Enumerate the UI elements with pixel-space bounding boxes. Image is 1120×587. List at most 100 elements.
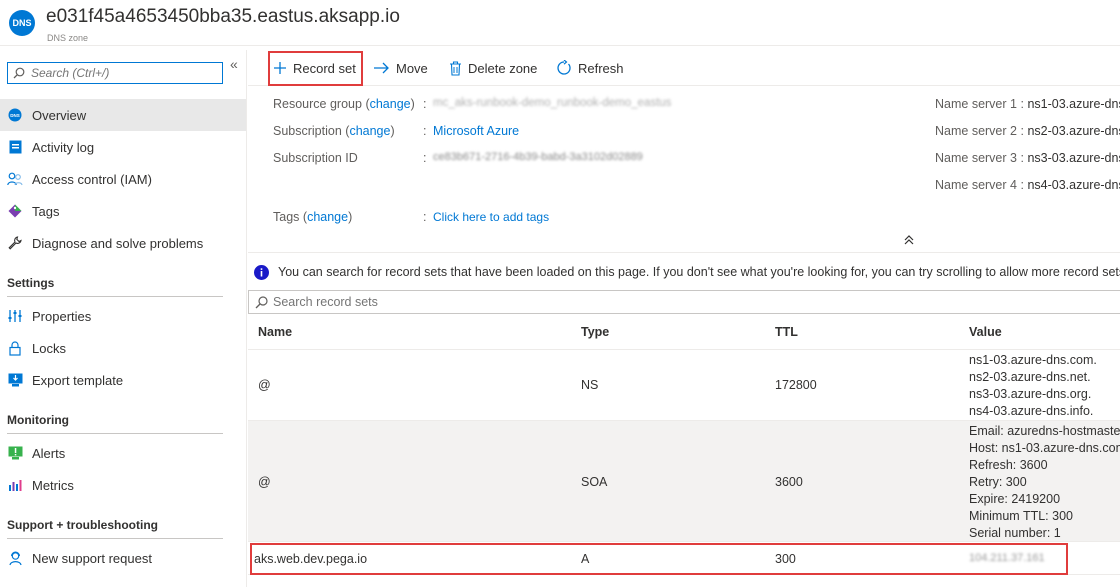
- wrench-icon: [7, 235, 23, 251]
- section-header-support: Support + troubleshooting: [7, 518, 223, 539]
- lock-icon: [7, 340, 23, 356]
- change-resource-group-link[interactable]: change: [370, 97, 411, 111]
- separator-colon: :: [423, 151, 427, 165]
- name-server-2: Name server 2 : ns2-03.azure-dns.net.: [935, 124, 1120, 138]
- record-name: @: [258, 475, 271, 489]
- record-set-search-input[interactable]: [273, 295, 973, 309]
- sidebar-search-input[interactable]: [31, 66, 211, 80]
- column-header-value[interactable]: Value: [969, 325, 1002, 339]
- collapse-essentials-icon[interactable]: [903, 234, 915, 249]
- trash-icon: [450, 60, 461, 76]
- tags-label: Tags: [273, 210, 300, 224]
- sidebar-item-label: Locks: [32, 340, 66, 356]
- tag-icon: [7, 203, 23, 219]
- dns-zone-icon: DNS: [9, 10, 35, 36]
- subscription-value[interactable]: Microsoft Azure: [433, 124, 519, 138]
- sidebar-item-label: Export template: [32, 372, 124, 388]
- info-icon: [254, 264, 269, 280]
- support-icon: [7, 550, 23, 566]
- subscription-id-value: ce83b671-2716-4b39-babd-3a3102d02889: [433, 151, 643, 163]
- sidebar-item-label: Alerts: [32, 445, 66, 461]
- column-header-type[interactable]: Type: [581, 325, 609, 339]
- sidebar-item-locks[interactable]: Locks: [0, 332, 246, 364]
- subscription-id-label: Subscription ID: [273, 151, 358, 165]
- record-name: @: [258, 378, 271, 392]
- record-row-highlight: [250, 543, 1068, 575]
- sidebar-item-access-control[interactable]: Access control (IAM): [0, 163, 246, 195]
- record-value: ns1-03.azure-dns.com. ns2-03.azure-dns.n…: [969, 353, 1097, 418]
- page-subtitle: DNS zone: [47, 33, 89, 43]
- search-icon: [13, 67, 25, 79]
- sidebar-item-activity-log[interactable]: Activity log: [0, 131, 246, 163]
- sidebar-item-label: Properties: [32, 308, 92, 324]
- sidebar-item-diagnose[interactable]: Diagnose and solve problems: [0, 227, 246, 259]
- metrics-icon: [7, 477, 23, 493]
- properties-icon: [7, 308, 23, 324]
- info-message: You can search for record sets that have…: [248, 258, 1120, 286]
- dns-icon: DNS: [7, 107, 23, 123]
- divider: [248, 252, 1120, 253]
- sidebar-item-overview[interactable]: DNS Overview: [0, 99, 246, 131]
- sidebar-item-label: Overview: [32, 107, 87, 123]
- activity-log-icon: [7, 139, 23, 155]
- record-value: Email: azuredns-hostmaster.microsoft.com…: [969, 424, 1120, 540]
- subscription-row: Subscription (change): [273, 124, 395, 138]
- delete-zone-button[interactable]: Delete zone: [449, 50, 537, 86]
- resource-group-row: Resource group (change): [273, 97, 415, 111]
- move-label: Move: [396, 60, 428, 76]
- sidebar-item-label: Diagnose and solve problems: [32, 235, 204, 251]
- sidebar-item-label: Tags: [32, 203, 60, 219]
- change-subscription-link[interactable]: change: [349, 124, 390, 138]
- record-ttl: 172800: [775, 378, 817, 392]
- search-icon: [255, 295, 268, 308]
- sidebar-item-label: New support request: [32, 550, 152, 566]
- table-row[interactable]: @ NS 172800 ns1-03.azure-dns.com. ns2-03…: [248, 350, 1120, 421]
- separator-colon: :: [423, 97, 427, 111]
- blade-header: DNS e031f45a4653450bba35.eastus.aksapp.i…: [0, 0, 1120, 46]
- resource-group-label: Resource group: [273, 97, 362, 111]
- separator-colon: :: [423, 124, 427, 138]
- section-header-monitoring: Monitoring: [7, 413, 223, 434]
- collapse-sidebar-button[interactable]: «: [230, 56, 238, 72]
- delete-zone-label: Delete zone: [468, 60, 538, 76]
- people-icon: [7, 171, 23, 187]
- page-title: e031f45a4653450bba35.eastus.aksapp.io: [46, 6, 400, 27]
- sidebar-item-label: Activity log: [32, 139, 95, 155]
- sidebar-item-metrics[interactable]: Metrics: [0, 469, 246, 501]
- refresh-icon: [557, 60, 571, 75]
- change-tags-link[interactable]: change: [307, 210, 348, 224]
- sidebar-search[interactable]: [7, 62, 223, 84]
- column-header-name[interactable]: Name: [258, 325, 292, 339]
- separator-colon: :: [423, 210, 427, 224]
- name-server-4: Name server 4 : ns4-03.azure-dns.info.: [935, 178, 1120, 192]
- refresh-button[interactable]: Refresh: [556, 50, 624, 86]
- sidebar-item-alerts[interactable]: Alerts: [0, 437, 246, 469]
- svg-text:DNS: DNS: [10, 113, 20, 118]
- sidebar-item-label: Metrics: [32, 477, 74, 493]
- name-server-3: Name server 3 : ns3-03.azure-dns.org.: [935, 151, 1120, 165]
- sidebar-item-label: Access control (IAM): [32, 171, 152, 187]
- record-set-search[interactable]: [248, 290, 1120, 314]
- sidebar-item-new-support-request[interactable]: New support request: [0, 542, 246, 574]
- record-set-highlight: [268, 51, 363, 86]
- table-row[interactable]: @ SOA 3600 Email: azuredns-hostmaster.mi…: [248, 421, 1120, 542]
- sidebar: « DNS Overview Activity log Access contr…: [0, 50, 247, 587]
- name-server-1: Name server 1 : ns1-03.azure-dns.com.: [935, 97, 1120, 111]
- sidebar-item-export-template[interactable]: Export template: [0, 364, 246, 396]
- subscription-label: Subscription: [273, 124, 342, 138]
- record-type: SOA: [581, 475, 608, 489]
- record-type: NS: [581, 378, 599, 392]
- alert-icon: [7, 445, 23, 461]
- command-bar: Record set Move Delete zone Refresh: [248, 50, 1120, 86]
- add-tags-link[interactable]: Click here to add tags: [433, 210, 549, 224]
- export-icon: [7, 372, 23, 388]
- move-button[interactable]: Move: [373, 50, 428, 86]
- sidebar-item-properties[interactable]: Properties: [0, 300, 246, 332]
- tags-row: Tags (change): [273, 210, 353, 224]
- section-header-settings: Settings: [7, 276, 223, 297]
- resource-group-value[interactable]: mc_aks-runbook-demo_runbook-demo_eastus: [433, 97, 671, 109]
- column-header-ttl[interactable]: TTL: [775, 325, 798, 339]
- sidebar-item-tags[interactable]: Tags: [0, 195, 246, 227]
- refresh-label: Refresh: [578, 60, 624, 76]
- arrow-right-icon: [374, 62, 389, 74]
